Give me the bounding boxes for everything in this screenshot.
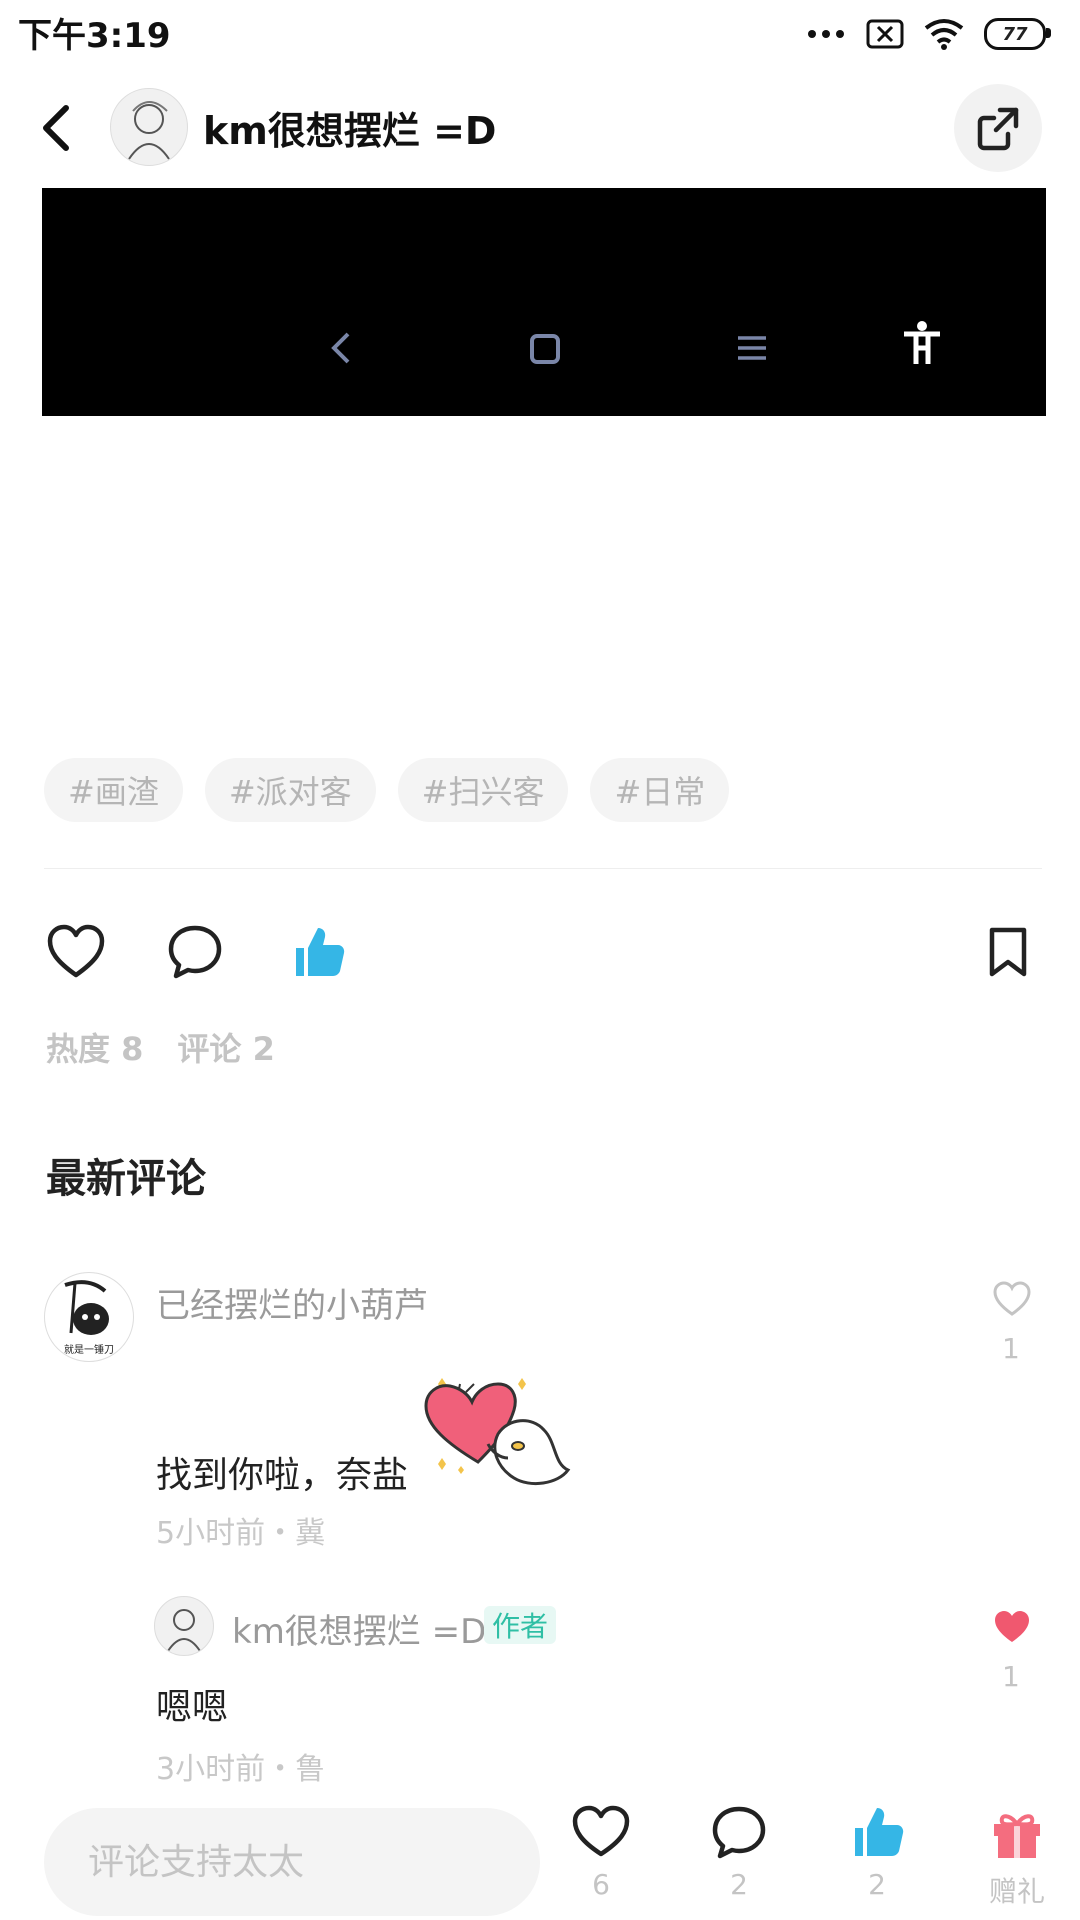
tag-chip[interactable]: #画渣: [44, 758, 183, 822]
comment-text: 找到你啦，奈盐: [156, 1455, 409, 1496]
post-image[interactable]: [42, 188, 1046, 416]
share-button[interactable]: [954, 84, 1042, 172]
comment-heart-icon[interactable]: [992, 1280, 1032, 1318]
thumb-up-icon[interactable]: [290, 920, 346, 984]
heat-count: 热度 8: [46, 1030, 144, 1068]
gift-label: 赠礼: [988, 1875, 1045, 1908]
reply-meta: 3小时前・鲁: [156, 1752, 326, 1787]
wifi-icon: [924, 19, 964, 50]
avatar-caption: 就是一锤刀: [64, 1343, 114, 1356]
heart-icon: [572, 1805, 630, 1857]
comment-meta: 5小时前・冀: [156, 1516, 326, 1551]
tag-chip[interactable]: #日常: [590, 758, 730, 822]
avatar-sketch-icon: [167, 1609, 201, 1652]
thumb-count: 2: [868, 1868, 886, 1901]
heart-duck-sticker-icon: [424, 1378, 571, 1485]
battery-level: 77: [1002, 23, 1028, 45]
author-name[interactable]: km很想摆烂 =D: [203, 100, 496, 155]
nav-back-icon: [331, 332, 350, 364]
status-icons: 77: [806, 14, 1051, 54]
reply-text: 嗯嗯: [156, 1687, 229, 1728]
comment-icon[interactable]: [166, 920, 224, 984]
bottom-gift-button[interactable]: 赠礼: [972, 1804, 1062, 1910]
status-time: 下午3:19: [18, 16, 171, 56]
commenter-avatar[interactable]: 就是一锤刀: [44, 1272, 134, 1362]
comment-count[interactable]: 评论 2: [177, 1024, 274, 1070]
back-icon[interactable]: [38, 100, 74, 156]
bottom-thumb-button[interactable]: 2: [832, 1804, 922, 1901]
comment-like-count: 1: [1002, 1332, 1020, 1365]
bottom-like-button[interactable]: 6: [556, 1804, 646, 1901]
reply-like-count: 1: [1002, 1660, 1020, 1693]
comment-icon: [712, 1806, 766, 1859]
like-count: 6: [592, 1868, 610, 1901]
gift-icon: [994, 1814, 1040, 1858]
accessibility-icon: [904, 321, 940, 364]
comment-count: 2: [730, 1868, 748, 1901]
battery-indicator: 77: [984, 18, 1051, 50]
nav-home-icon: [530, 334, 560, 364]
bottom-comment-button[interactable]: 2: [694, 1804, 784, 1901]
section-title: 最新评论: [46, 1156, 206, 1202]
tag-chip[interactable]: #扫兴客: [397, 758, 569, 822]
more-dots-icon: [808, 30, 844, 38]
heart-icon[interactable]: [46, 920, 106, 984]
replier-name[interactable]: km很想摆烂 =D: [232, 1604, 486, 1653]
post-stats: 热度 8 评论 2: [46, 1024, 275, 1070]
sim-x-icon: [866, 19, 904, 49]
thumb-up-icon: [855, 1808, 904, 1856]
author-badge: 作者: [484, 1606, 557, 1644]
reply-heart-icon[interactable]: [992, 1608, 1032, 1646]
bookmark-icon[interactable]: [984, 920, 1032, 984]
author-avatar[interactable]: [110, 88, 188, 166]
avatar-sketch-icon: [128, 101, 170, 160]
reaper-avatar-icon: 就是一锤刀: [64, 1280, 114, 1356]
share-icon: [977, 107, 1019, 151]
commenter-name[interactable]: 已经摆烂的小葫芦: [156, 1278, 428, 1327]
tag-chip[interactable]: #派对客: [204, 758, 376, 822]
comment-input[interactable]: [44, 1808, 540, 1916]
divider: [44, 868, 1042, 869]
nav-menu-icon: [738, 336, 766, 360]
tag-list: #画渣 #派对客 #扫兴客 #日常: [44, 758, 730, 822]
replier-avatar[interactable]: [154, 1596, 214, 1656]
